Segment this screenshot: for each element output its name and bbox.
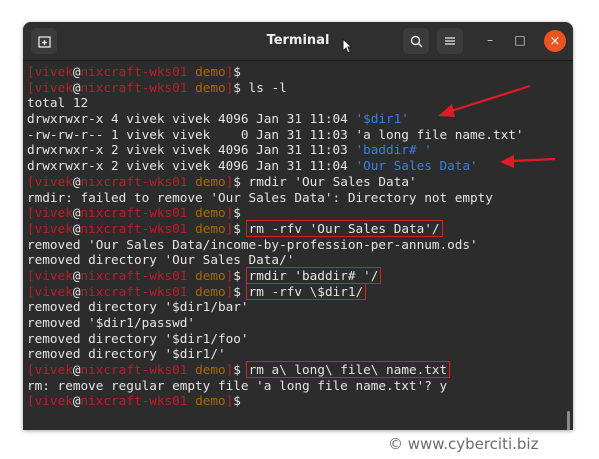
annotation-arrows [438, 84, 556, 168]
arrow-to-dir1 [438, 84, 531, 117]
arrow-to-our-sales-data [500, 155, 556, 168]
watermark: © www.cyberciti.biz [388, 435, 539, 453]
